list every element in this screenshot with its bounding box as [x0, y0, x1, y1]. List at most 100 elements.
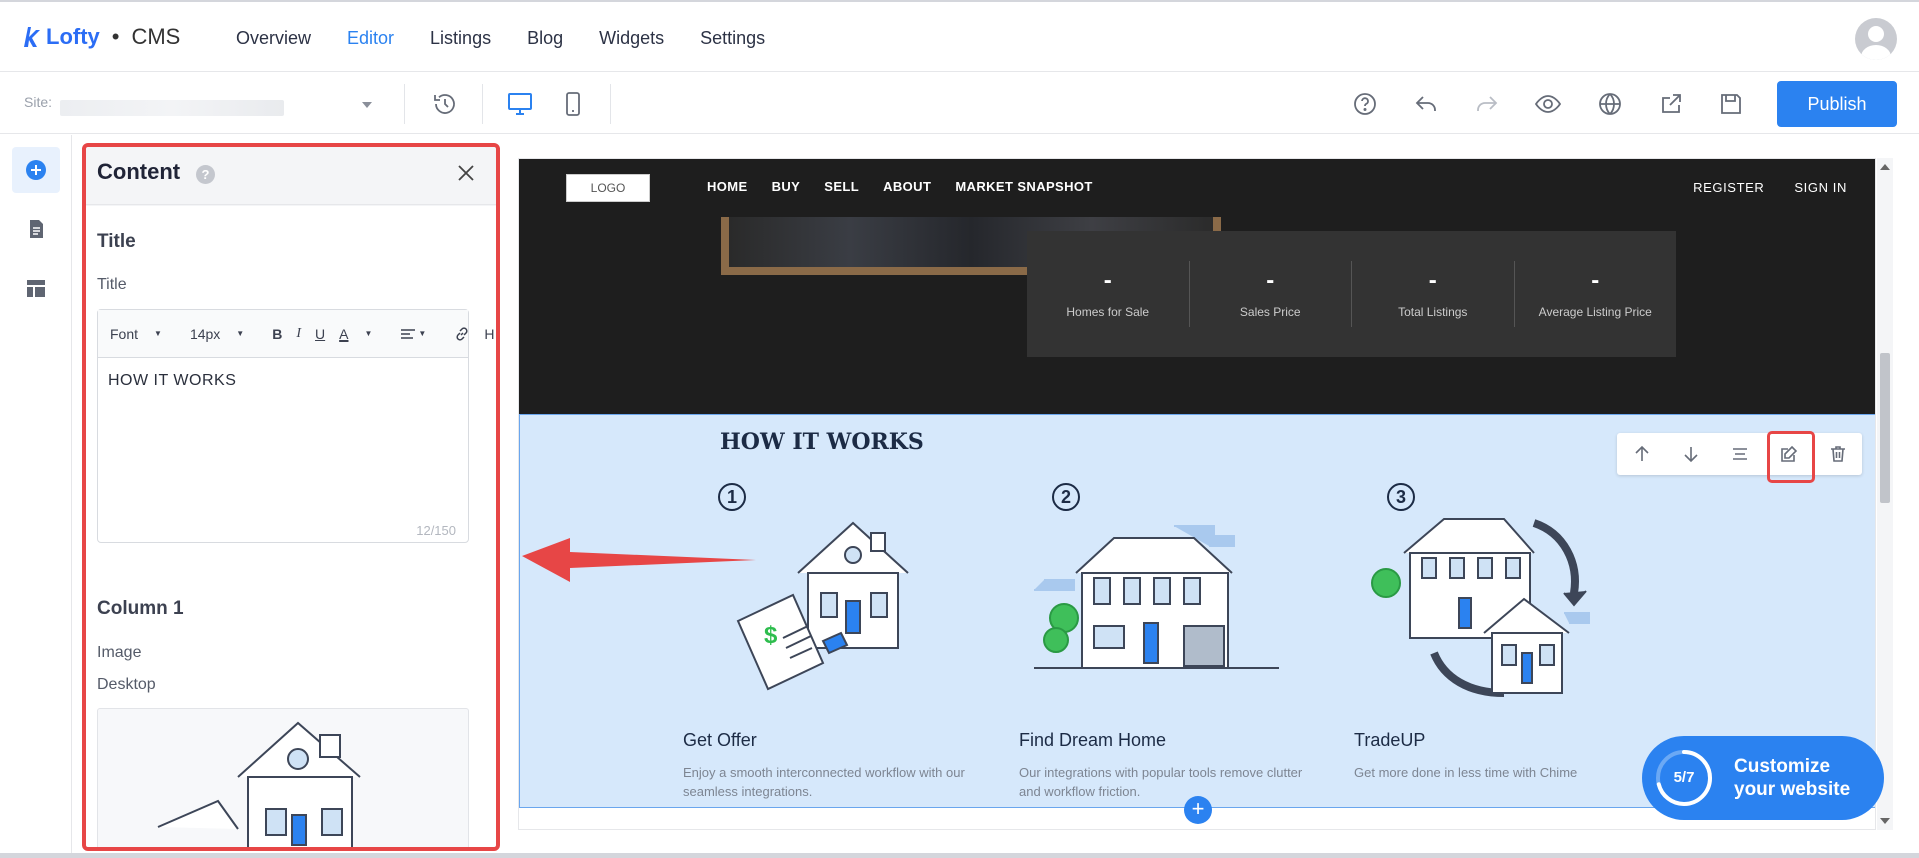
- site-logo[interactable]: LOGO: [566, 174, 650, 202]
- heading-label: H: [484, 325, 495, 342]
- site-select[interactable]: [60, 92, 382, 118]
- move-up-icon[interactable]: [1617, 433, 1666, 475]
- brand-name: Lofty: [46, 24, 100, 49]
- font-label: Font: [110, 325, 139, 342]
- step-description: Enjoy a smooth interconnected workflow w…: [683, 765, 965, 799]
- window-bottom-edge: [0, 853, 1919, 858]
- tab-widgets[interactable]: Widgets: [599, 2, 664, 74]
- market-stats: - Homes for Sale - Sales Price - Total List…: [1027, 231, 1676, 357]
- stat-label: Homes for Sale: [1066, 305, 1150, 319]
- image-label: Image: [97, 644, 142, 661]
- dream-home-illustration: [1034, 525, 1279, 669]
- lofty-logo: Lofty: [22, 24, 100, 50]
- stat-total-listings: - Total Listings: [1352, 261, 1515, 327]
- panel-header: Content ?: [84, 145, 496, 205]
- mobile-icon[interactable]: [558, 89, 588, 119]
- lofty-mark-icon: [22, 25, 42, 49]
- desktop-icon[interactable]: [505, 89, 535, 119]
- rail-layout-button[interactable]: [12, 265, 60, 311]
- edit-icon[interactable]: [1764, 431, 1815, 483]
- site-name-redacted: [60, 100, 284, 116]
- site-link-buy[interactable]: BUY: [772, 179, 801, 194]
- chevron-down-icon: ▼: [418, 329, 427, 338]
- editor-toolbar-row: Font▼ 14px▼ B I U A▼ ▼ H▼: [98, 310, 494, 358]
- stat-homes-for-sale: - Homes for Sale: [1027, 261, 1190, 327]
- bold-button[interactable]: B: [272, 326, 282, 342]
- scroll-thumb[interactable]: [1880, 353, 1890, 503]
- size-dropdown[interactable]: 14px ▼: [190, 326, 258, 342]
- section-title: Title: [97, 231, 136, 252]
- tab-listings[interactable]: Listings: [430, 2, 491, 74]
- redo-icon[interactable]: [1472, 89, 1502, 119]
- stat-value: -: [1266, 267, 1275, 294]
- italic-button[interactable]: I: [296, 326, 301, 342]
- chevron-down-icon: [362, 102, 372, 108]
- chevron-down-icon: ▼: [364, 329, 373, 338]
- editor-text[interactable]: HOW IT WORKS: [98, 358, 468, 404]
- site-link-market-snapshot[interactable]: MARKET SNAPSHOT: [955, 179, 1092, 194]
- undo-icon[interactable]: [1411, 89, 1441, 119]
- annotation-arrow-icon: [522, 538, 756, 582]
- tab-editor[interactable]: Editor: [347, 2, 395, 75]
- hero-section[interactable]: LOGO HOME BUY SELL ABOUT MARKET SNAPSHOT…: [519, 159, 1875, 414]
- tab-overview[interactable]: Overview: [236, 2, 311, 74]
- reorder-icon[interactable]: [1715, 433, 1764, 475]
- preview-icon[interactable]: [1533, 89, 1563, 119]
- scroll-down-icon[interactable]: [1880, 818, 1890, 824]
- step-3: 3 TradeUP Get more done in less time wit…: [1354, 483, 1654, 803]
- history-icon[interactable]: [430, 89, 460, 119]
- stat-label: Average Listing Price: [1538, 305, 1652, 319]
- text-color-label: A: [339, 325, 349, 342]
- site-link-home[interactable]: HOME: [707, 179, 748, 194]
- brand[interactable]: Lofty • CMS: [22, 24, 180, 50]
- char-count: 12/150: [416, 523, 456, 538]
- align-button[interactable]: ▼: [400, 328, 440, 340]
- export-icon[interactable]: [1656, 89, 1686, 119]
- layout-icon: [27, 280, 45, 297]
- tab-blog[interactable]: Blog: [527, 2, 563, 74]
- step-title: Get Offer: [683, 730, 757, 750]
- stat-sales-price: - Sales Price: [1190, 261, 1352, 327]
- help-icon[interactable]: [1350, 89, 1380, 119]
- desktop-label: Desktop: [97, 676, 156, 693]
- scroll-up-icon[interactable]: [1880, 164, 1890, 170]
- tradeup-illustration: [1371, 518, 1590, 697]
- stat-label: Total Listings: [1398, 305, 1468, 319]
- font-dropdown[interactable]: Font ▼: [110, 326, 176, 342]
- desktop-image-preview[interactable]: [97, 708, 469, 847]
- link-button[interactable]: [454, 326, 470, 342]
- rail-pages-button[interactable]: [12, 206, 60, 252]
- close-icon[interactable]: [452, 159, 480, 187]
- underline-button[interactable]: U: [315, 326, 325, 342]
- section-tools: [1617, 431, 1862, 483]
- step-number: 3: [1387, 483, 1415, 511]
- canvas-scrollbar[interactable]: [1877, 158, 1893, 830]
- save-icon[interactable]: [1716, 89, 1746, 119]
- tab-settings[interactable]: Settings: [700, 2, 765, 74]
- step-description: Get more done in less time with Chime: [1354, 765, 1578, 780]
- site-link-about[interactable]: ABOUT: [883, 179, 931, 194]
- publish-button[interactable]: Publish: [1777, 81, 1897, 127]
- help-icon[interactable]: ?: [196, 165, 215, 184]
- site-preview-canvas[interactable]: LOGO HOME BUY SELL ABOUT MARKET SNAPSHOT…: [518, 158, 1876, 830]
- add-section-button[interactable]: +: [1184, 796, 1212, 824]
- delete-icon[interactable]: [1813, 433, 1862, 475]
- avatar[interactable]: [1855, 18, 1897, 60]
- customize-website-button[interactable]: 5/7 Customize your website: [1642, 736, 1884, 820]
- rail-add-button[interactable]: [12, 147, 60, 193]
- text-color-button[interactable]: A ▼: [339, 326, 386, 342]
- stat-value: -: [1591, 267, 1600, 294]
- step-number: 2: [1052, 483, 1080, 511]
- chevron-down-icon: ▼: [236, 329, 245, 338]
- register-link[interactable]: REGISTER: [1693, 180, 1764, 195]
- site-link-sell[interactable]: SELL: [824, 179, 859, 194]
- signin-link[interactable]: SIGN IN: [1794, 180, 1847, 195]
- heading-button[interactable]: H▼: [484, 326, 496, 342]
- site-links: HOME BUY SELL ABOUT MARKET SNAPSHOT: [707, 179, 1117, 194]
- add-icon: [26, 160, 46, 180]
- rich-text-editor[interactable]: Font▼ 14px▼ B I U A▼ ▼ H▼ HOW IT WORKS 1…: [97, 309, 494, 543]
- move-down-icon[interactable]: [1666, 433, 1715, 475]
- left-rail: [0, 135, 72, 858]
- domain-icon[interactable]: [1595, 89, 1625, 119]
- product-name: CMS: [131, 24, 181, 49]
